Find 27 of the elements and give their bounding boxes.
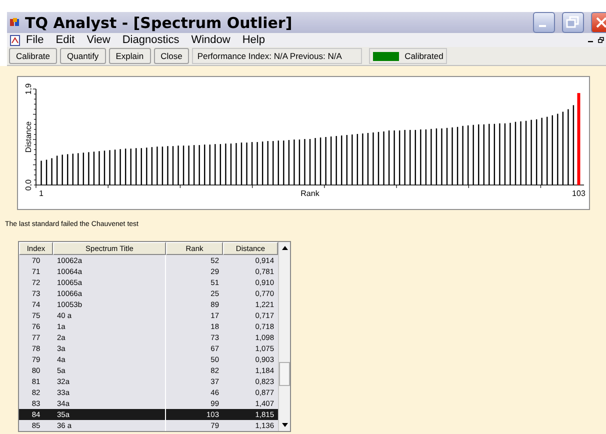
menu-item[interactable]: View (80, 34, 116, 46)
menu-item[interactable]: Help (236, 34, 271, 46)
toolbar-button[interactable]: Explain (108, 48, 151, 64)
axis-label: Rank (300, 189, 320, 198)
axis-label: Distance (24, 121, 33, 153)
tick-label: 103 (572, 189, 586, 198)
performance-field: Performance Index: N/A Previous: N/A (192, 48, 362, 64)
restore-icon[interactable] (598, 37, 604, 43)
scroll-up-icon[interactable] (282, 246, 288, 250)
toolbar-button[interactable]: Close (154, 48, 190, 64)
toolbar-button[interactable]: Quantify (60, 48, 106, 64)
scroll-down-icon[interactable] (282, 423, 288, 427)
scrollbar[interactable] (278, 242, 290, 431)
close-icon[interactable] (591, 12, 606, 33)
window-title: TQ Analyst - [Spectrum Outlier] (25, 14, 294, 32)
menu-item[interactable]: File (20, 34, 50, 46)
menu-item[interactable]: Edit (50, 34, 81, 46)
tick-label: 1,9 (24, 83, 33, 95)
tick-label: 0,0 (24, 179, 33, 191)
app-icon (10, 18, 20, 27)
tick-label: 1 (39, 189, 44, 198)
menu-item[interactable]: Diagnostics (116, 34, 186, 46)
toolbar-button[interactable]: Calibrate (9, 48, 58, 64)
scroll-thumb[interactable] (279, 362, 290, 386)
menu-item[interactable]: Window (185, 34, 236, 46)
document-icon (10, 34, 20, 46)
status-label: Calibrated (404, 51, 444, 61)
